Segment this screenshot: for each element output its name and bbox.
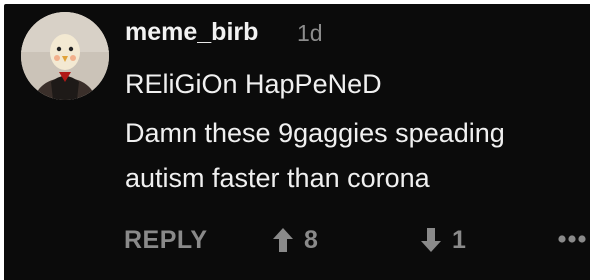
avatar[interactable] [21,12,109,100]
downvote-count: 1 [452,226,466,254]
comment-text-line: autism faster than corona [125,163,430,193]
upvote-button[interactable]: 8 [272,223,318,257]
username[interactable]: meme_birb [125,16,258,48]
timestamp: 1d [297,20,323,46]
upvote-count: 8 [304,226,318,254]
arrow-down-icon [420,227,442,253]
comment-text-line: REliGiOn HapPeNeD [125,69,382,99]
screenshot-frame: meme_birb 1d REliGiOn HapPeNeD Damn thes… [0,0,590,280]
reply-button[interactable]: REPLY [124,223,208,257]
downvote-button[interactable]: 1 [420,223,466,257]
arrow-up-icon [272,227,294,253]
comment-text-line: Damn these 9gaggies speading [125,118,505,148]
more-horizontal-icon [558,234,588,244]
avatar-image [21,12,109,100]
more-options-button[interactable] [558,234,588,244]
comment-card: meme_birb 1d REliGiOn HapPeNeD Damn thes… [4,4,590,280]
